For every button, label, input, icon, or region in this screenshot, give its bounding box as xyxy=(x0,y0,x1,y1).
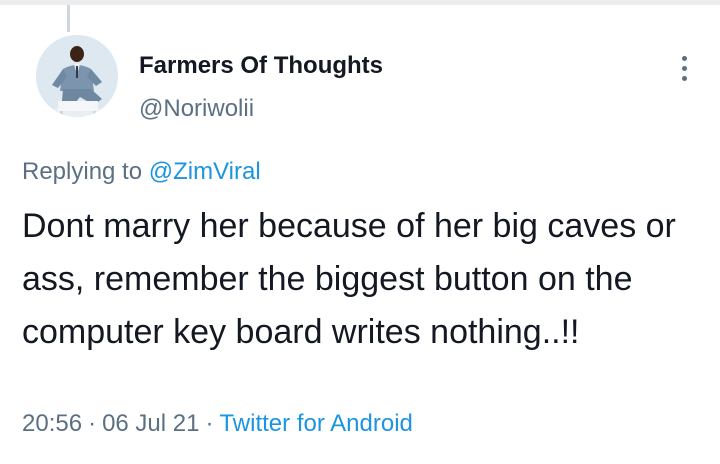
meta-separator: · xyxy=(88,410,97,437)
more-dot xyxy=(681,75,687,81)
tweet-card: Farmers Of Thoughts @Noriwolii Replying … xyxy=(0,0,720,464)
tweet-date: 06 Jul 21 xyxy=(102,410,200,437)
author-name[interactable]: Farmers Of Thoughts xyxy=(139,52,383,80)
tweet-metadata: 20:56 · 06 Jul 21 · Twitter for Android xyxy=(22,410,413,438)
more-dot xyxy=(681,55,687,61)
avatar[interactable] xyxy=(36,35,118,117)
top-divider xyxy=(0,0,720,5)
author-handle[interactable]: @Noriwolii xyxy=(139,95,254,123)
replying-to-mention-link[interactable]: @ZimViral xyxy=(149,158,261,185)
more-dot xyxy=(681,65,687,71)
tweet-client-link[interactable]: Twitter for Android xyxy=(219,410,412,437)
meta-separator: · xyxy=(205,410,214,437)
replying-to-line: Replying to @ZimViral xyxy=(22,158,261,186)
tweet-text: Dont marry her because of her big caves … xyxy=(22,207,676,351)
thread-connector-line xyxy=(67,5,70,32)
avatar-image xyxy=(36,35,118,117)
more-options-icon[interactable] xyxy=(670,50,698,86)
tweet-time: 20:56 xyxy=(22,410,83,437)
replying-to-label: Replying to xyxy=(22,158,149,185)
